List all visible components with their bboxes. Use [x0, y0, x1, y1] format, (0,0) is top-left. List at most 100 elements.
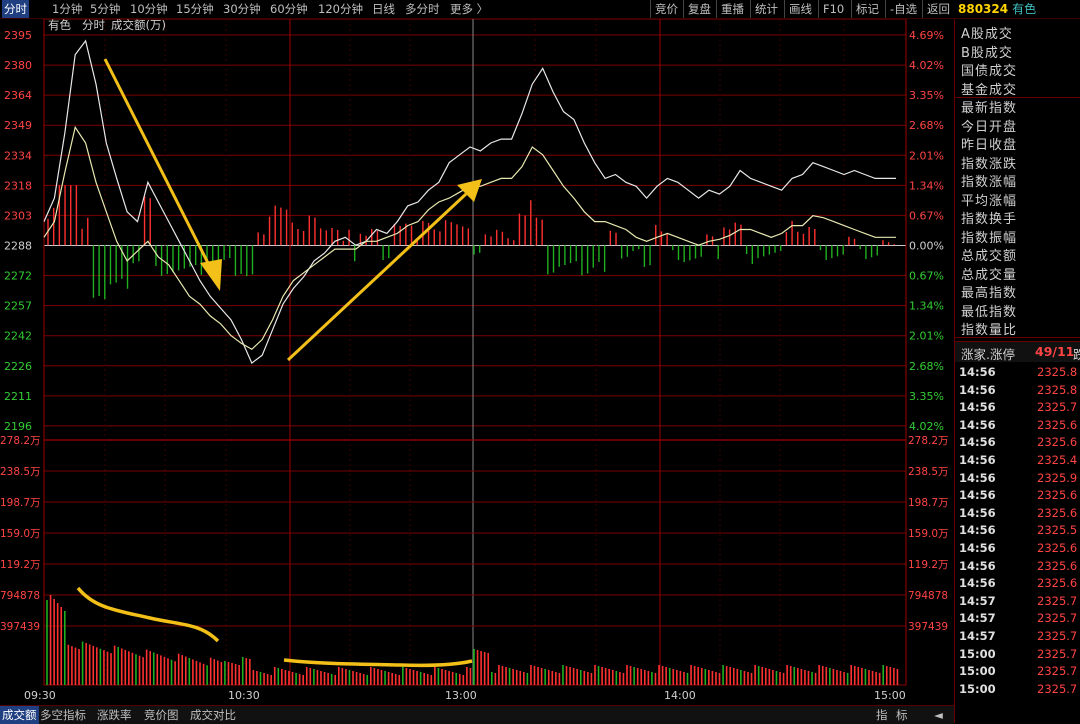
tab-5min[interactable]: 5分钟: [90, 0, 120, 18]
tick-price: 2325.8: [1037, 365, 1078, 379]
limit-row: 涨家.涨停 49/11 跌: [955, 341, 1080, 362]
panel-item: 总成交量: [961, 267, 1018, 283]
intraday-chart[interactable]: 2395 4.69% 2380 4.02% 2364 3.35% 2349 2.68% 2334…: [0, 19, 954, 705]
period-toolbar: 分时 1分钟 5分钟 10分钟 15分钟 30分钟 60分钟 120分钟 日线 …: [0, 0, 1080, 19]
tick-time: 14:56: [959, 435, 996, 450]
f10-button[interactable]: F10: [818, 0, 844, 18]
tick-price: 2325.6: [1037, 541, 1078, 555]
time-tick-label: 10:30: [228, 689, 260, 702]
price-tick-label: 2196: [4, 420, 32, 433]
tick-price: 2325.7: [1037, 611, 1078, 626]
volume-tick-label-right: 794878: [908, 590, 948, 602]
volume-tick-label-right: 278.2万: [908, 435, 949, 447]
pct-tick-label: 2.68%: [909, 119, 944, 132]
tick-time: 15:00: [959, 664, 996, 679]
tab-daily[interactable]: 日线: [372, 0, 395, 18]
tick-price: 2325.7: [1037, 629, 1078, 643]
tick-price: 2325.6: [1037, 417, 1078, 432]
volume-down-curve: [76, 586, 220, 643]
pct-tick-label: 2.68%: [909, 360, 944, 373]
back-button[interactable]: 返回: [922, 0, 950, 18]
tick-price: 2325.8: [1037, 382, 1078, 397]
volume-tick-label: 198.7万: [0, 497, 41, 509]
replay-button[interactable]: 重播: [716, 0, 744, 18]
replay-review-button[interactable]: 复盘: [683, 0, 711, 18]
panel-item: 指数换手: [961, 212, 1018, 227]
tick-time: 15:00: [959, 646, 996, 661]
volume-tick-label: 794878: [0, 590, 40, 602]
tab-turnover[interactable]: 成交额: [0, 706, 39, 724]
panel-item: 最高指数: [961, 286, 1018, 301]
pct-tick-label: 0.67%: [909, 270, 944, 283]
pct-tick-label: 0.67%: [909, 209, 944, 222]
tick-price: 2325.4: [1037, 453, 1078, 467]
tab-120min[interactable]: 120分钟: [318, 0, 363, 18]
pct-tick-label: 2.01%: [909, 149, 944, 162]
pct-tick-label: 1.34%: [909, 179, 944, 192]
tick-time: 14:56: [959, 558, 996, 573]
bidding-button[interactable]: 竞价: [650, 0, 678, 18]
panel-item: A股成交: [961, 27, 1013, 42]
pct-tick-label: 4.69%: [909, 29, 944, 42]
time-tick-label: 15:00: [874, 689, 906, 702]
indicator-label-button[interactable]: 标: [896, 706, 908, 724]
price-tick-label: 2257: [4, 300, 32, 313]
tab-bidding-chart[interactable]: 竞价图: [144, 706, 179, 724]
tick-time: 14:56: [959, 505, 996, 520]
chart-title-name: 有色: [48, 19, 71, 32]
tab-turnover-compare[interactable]: 成交对比: [190, 706, 236, 724]
price-tick-label: 2380: [4, 59, 32, 72]
price-tick-label: 2226: [4, 360, 32, 373]
volume-tick-label: 119.2万: [0, 559, 41, 571]
tab-long-short[interactable]: 多空指标: [40, 706, 86, 724]
pct-tick-label: 4.02%: [909, 420, 944, 433]
panel-item: 指数振幅: [961, 230, 1018, 246]
price-tick-label: 2211: [4, 390, 32, 403]
panel-item: 今日开盘: [961, 119, 1018, 135]
tick-time: 14:56: [959, 382, 996, 397]
tab-intraday[interactable]: 分时: [2, 0, 29, 18]
panel-item: 最低指数: [961, 304, 1018, 320]
mark-button[interactable]: 标记: [851, 0, 879, 18]
pct-tick-label: 0.00%: [909, 240, 944, 253]
tick-time: 15:00: [959, 681, 996, 696]
panel-item: 指数量比: [961, 323, 1018, 338]
tick-price: 2325.6: [1037, 558, 1078, 573]
time-tick-label: 09:30: [24, 689, 56, 702]
limit-value: 49/11: [1035, 344, 1075, 359]
volume-tick-label-right: 397439: [908, 621, 948, 633]
tab-30min[interactable]: 30分钟: [223, 0, 261, 18]
tick-price: 2325.9: [1037, 470, 1078, 485]
scroll-left-button[interactable]: ◄: [934, 706, 943, 724]
price-tick-label: 2303: [4, 209, 32, 222]
volume-tick-label-right: 198.7万: [908, 497, 949, 509]
tab-more[interactable]: 更多 〉: [450, 0, 488, 18]
tab-10min[interactable]: 10分钟: [130, 0, 168, 18]
tab-multi-intraday[interactable]: 多分时: [405, 0, 440, 18]
limit-label: 涨家.涨停: [961, 347, 1015, 362]
statistics-button[interactable]: 统计: [750, 0, 778, 18]
remove-watchlist-button[interactable]: -自选: [885, 0, 917, 18]
tick-price: 2325.6: [1037, 505, 1078, 520]
panel-item: B股成交: [961, 45, 1013, 61]
tab-15min[interactable]: 15分钟: [176, 0, 214, 18]
tick-price: 2325.7: [1037, 593, 1078, 608]
volume-flat-curve: [283, 658, 473, 668]
time-tick-label: 13:00: [445, 689, 477, 702]
panel-item: 指数涨跌: [961, 156, 1018, 172]
draw-line-button[interactable]: 画线: [784, 0, 812, 18]
series-line: [43, 125, 896, 351]
panel-item: 平均涨幅: [961, 193, 1018, 209]
tick-price: 2325.7: [1037, 681, 1078, 696]
tab-60min[interactable]: 60分钟: [270, 0, 308, 18]
tab-1min[interactable]: 1分钟: [52, 0, 82, 18]
tick-price: 2325.6: [1037, 435, 1078, 450]
tick-time: 14:56: [959, 417, 996, 432]
tab-rise-fall-rate[interactable]: 涨跌率: [97, 706, 132, 724]
annotation-arrows: [76, 58, 482, 668]
panel-item: 国债成交: [961, 64, 1018, 79]
tick-price: 2325.7: [1037, 646, 1078, 661]
tick-time: 14:56: [959, 365, 996, 379]
tick-price: 2325.7: [1037, 400, 1078, 415]
indicator-button[interactable]: 指: [876, 706, 888, 724]
